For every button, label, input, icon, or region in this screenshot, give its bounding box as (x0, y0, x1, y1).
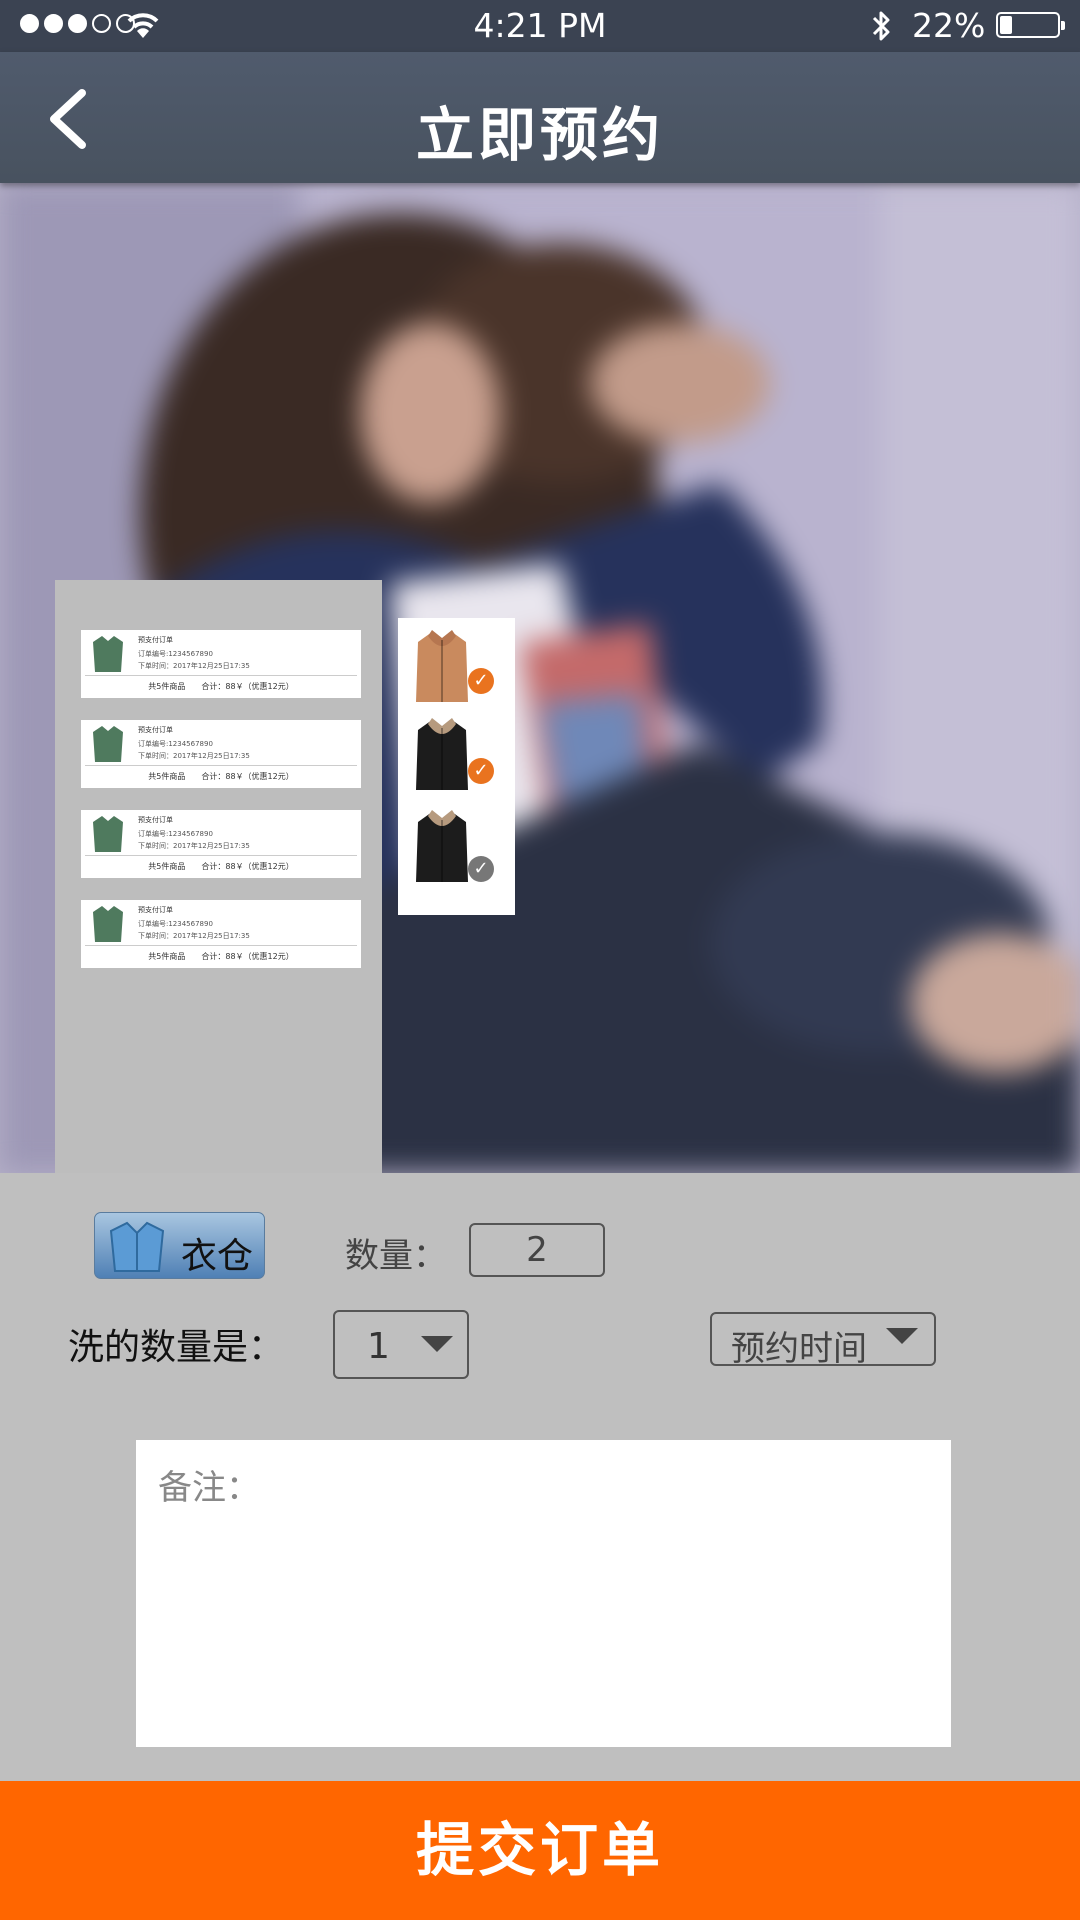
divider (85, 765, 357, 766)
wash-count-label: 洗的数量是： (68, 1327, 285, 1368)
order-number: 订单编号:1234567890 (138, 650, 213, 658)
wardrobe-label: 衣仓 (181, 1236, 254, 1277)
remark-field[interactable] (136, 1440, 951, 1747)
shirt-icon (93, 636, 123, 672)
battery-percent: 22% (912, 6, 986, 45)
order-card[interactable]: 预支付订单订单编号:1234567890 下单时间：2017年12月25日17:3… (81, 630, 361, 698)
jacket-icon (109, 1221, 165, 1272)
divider (85, 855, 357, 856)
order-time: 下单时间：2017年12月25日17:35 (138, 662, 250, 670)
check-icon[interactable]: ✓ (468, 668, 494, 694)
nav-bar: 立即预约 (0, 52, 1080, 183)
order-status: 预支付订单 (138, 906, 173, 914)
shirt-icon (93, 816, 123, 852)
black-fur-coat-icon (416, 718, 468, 790)
order-status: 预支付订单 (138, 636, 173, 644)
bluetooth-icon (872, 11, 890, 41)
check-icon[interactable]: ✓ (468, 758, 494, 784)
quantity-field[interactable]: 2 (469, 1223, 605, 1277)
order-list-panel: 预支付订单 订单编号:1234567890 下单时间：2017年12月25日17:3… (55, 580, 382, 1173)
order-status: 预支付订单 (138, 726, 173, 734)
quantity-label: 数量： (345, 1236, 447, 1276)
appointment-time-select[interactable]: 预约时间 (710, 1312, 936, 1369)
order-number: 订单编号:1234567890 (138, 830, 213, 838)
appointment-time-label: 预约时间 (731, 1329, 867, 1369)
order-summary: 共5件商品 合计：88￥（优惠12元） (148, 772, 294, 781)
order-summary: 共5件商品 合计：88￥（优惠12元） (148, 952, 294, 961)
shirt-icon (93, 906, 123, 942)
wash-count-value: 1 (367, 1326, 390, 1367)
divider (85, 945, 357, 946)
page-title: 立即预约 (415, 101, 664, 169)
battery-icon (996, 12, 1065, 38)
battery-fill (1000, 16, 1012, 34)
order-number: 订单编号:1234567890 (138, 920, 213, 928)
camel-coat-icon (416, 630, 468, 702)
clothes-item[interactable]: ✓ (398, 706, 515, 801)
wardrobe-button[interactable]: 衣仓 (94, 1212, 265, 1279)
order-time: 下单时间：2017年12月25日17:35 (138, 842, 250, 850)
check-icon[interactable]: ✓ (468, 856, 494, 882)
caret-down-icon (421, 1336, 453, 1352)
wash-count-select[interactable]: 1 (333, 1310, 469, 1379)
shirt-icon (93, 726, 123, 762)
order-card[interactable]: 预支付订单订单编号:1234567890 下单时间：2017年12月25日17:3… (81, 720, 361, 788)
order-number: 订单编号:1234567890 (138, 740, 213, 748)
order-summary: 共5件商品 合计：88￥（优惠12元） (148, 682, 294, 691)
order-time: 下单时间：2017年12月25日17:35 (138, 932, 250, 940)
order-card[interactable]: 预支付订单订单编号:1234567890 下单时间：2017年12月25日17:3… (81, 810, 361, 878)
divider (85, 675, 357, 676)
order-card[interactable]: 预支付订单订单编号:1234567890 下单时间：2017年12月25日17:3… (81, 900, 361, 968)
black-fur-coat-icon (416, 810, 468, 882)
order-time: 下单时间：2017年12月25日17:35 (138, 752, 250, 760)
clothes-picker: ✓ ✓ ✓ (398, 618, 515, 915)
status-bar: 4:21 PM 22% (0, 0, 1080, 52)
order-summary: 共5件商品 合计：88￥（优惠12元） (148, 862, 294, 871)
submit-order-button[interactable]: 提交订单 (0, 1781, 1080, 1920)
clothes-item[interactable]: ✓ (398, 798, 515, 893)
order-status: 预支付订单 (138, 816, 173, 824)
caret-down-icon (886, 1328, 918, 1344)
clothes-item[interactable]: ✓ (398, 618, 515, 713)
